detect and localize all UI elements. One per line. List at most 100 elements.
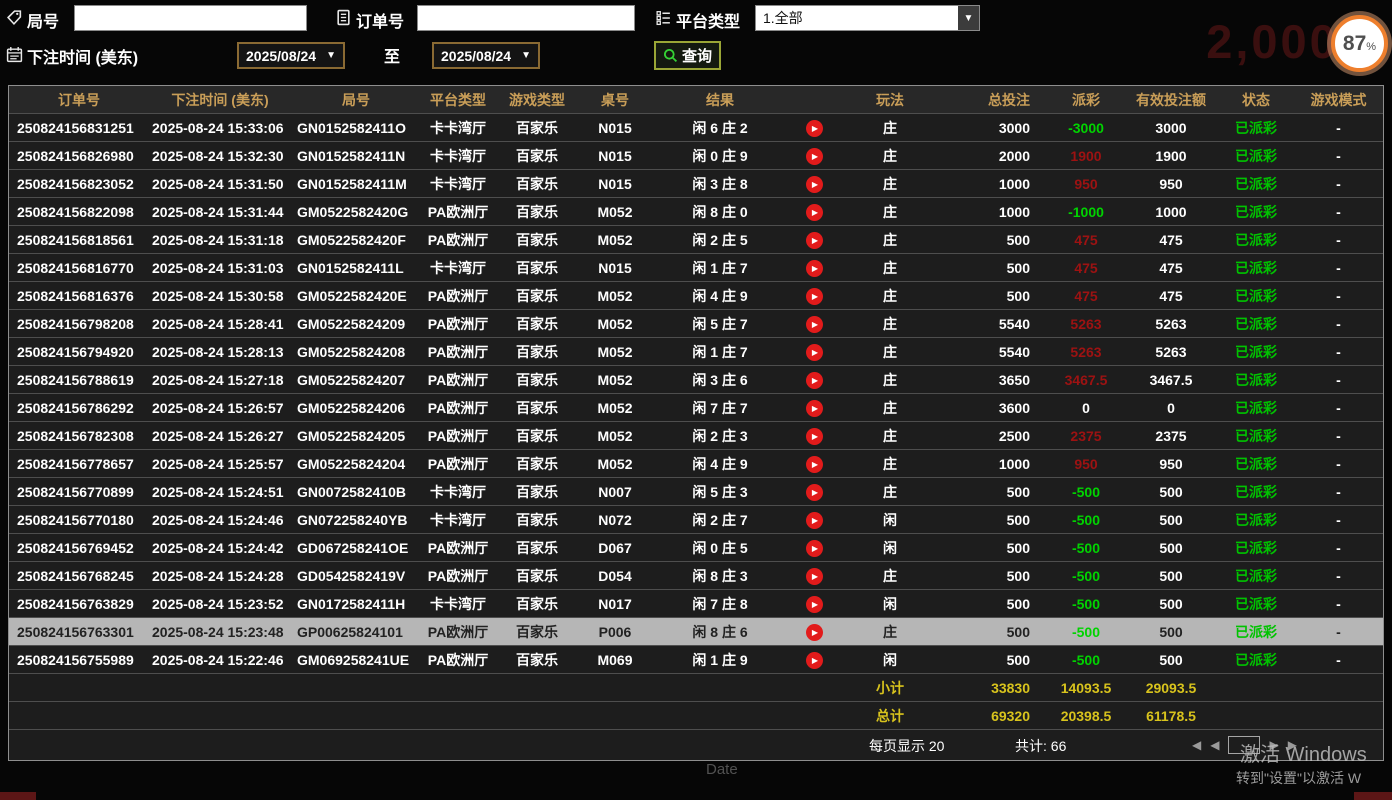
replay-icon[interactable]: ▶ [806,568,823,585]
table-row[interactable]: 2508241568185612025-08-24 15:31:18GM0522… [9,226,1383,254]
cell-play-method: 庄 [839,310,941,338]
replay-icon[interactable]: ▶ [806,512,823,529]
cell-order-id: 250824156823052 [9,170,149,198]
table-row[interactable]: 2508241567701802025-08-24 15:24:46GN0722… [9,506,1383,534]
cell-bet-time: 2025-08-24 15:30:58 [149,282,291,310]
search-icon [663,48,678,63]
prev-page-icon[interactable]: ◀ [1210,738,1219,752]
table-row[interactable]: 2508241568230522025-08-24 15:31:50GN0152… [9,170,1383,198]
replay-icon[interactable]: ▶ [806,456,823,473]
cell-round-id: GM069258241UE [291,646,421,674]
table-row[interactable]: 2508241567949202025-08-24 15:28:13GM0522… [9,338,1383,366]
cell-status: 已派彩 [1216,534,1296,562]
replay-icon[interactable]: ▶ [806,596,823,613]
replay-icon[interactable]: ▶ [806,316,823,333]
cell-valid-bet: 500 [1126,478,1216,506]
cell-result: 闲 7 庄 8 [651,590,789,618]
cell-game-mode: - [1296,618,1381,646]
table-row[interactable]: 2508241567862922025-08-24 15:26:57GM0522… [9,394,1383,422]
query-button[interactable]: 查询 [654,41,721,70]
cell-bet-time: 2025-08-24 15:28:13 [149,338,291,366]
cell-play-method: 闲 [839,506,941,534]
replay-icon[interactable]: ▶ [806,260,823,277]
replay-icon[interactable]: ▶ [806,428,823,445]
cell-game-mode: - [1296,394,1381,422]
pagination-bar: 每页显示 20 共计: 66 ◀ ◀ ▶ ▶ [9,730,1383,760]
date-from-value: 2025/08/24 [246,48,316,64]
replay-icon[interactable]: ▶ [806,540,823,557]
cell-total-bet: 500 [941,254,1046,282]
first-page-icon[interactable]: ◀ [1192,738,1201,752]
replay-icon[interactable]: ▶ [806,176,823,193]
replay-icon[interactable]: ▶ [806,288,823,305]
cell-result: 闲 3 庄 8 [651,170,789,198]
cell-valid-bet: 3467.5 [1126,366,1216,394]
filter-bar: 局号 订单号 平台类型 1.全部 ▼ 下注时间 (美东) 2025/08/24 … [0,0,1392,85]
date-to-picker[interactable]: 2025/08/24 ▼ [432,42,540,69]
corner-decoration-right [1354,792,1392,800]
cell-round-id: GM05225824205 [291,422,421,450]
cell-bet-time: 2025-08-24 15:32:30 [149,142,291,170]
table-row[interactable]: 2508241567559892025-08-24 15:22:46GM0692… [9,646,1383,674]
cell-game-type: 百家乐 [495,506,579,534]
cell-bet-time: 2025-08-24 15:22:46 [149,646,291,674]
replay-icon[interactable]: ▶ [806,372,823,389]
table-row[interactable]: 2508241567786572025-08-24 15:25:57GM0522… [9,450,1383,478]
table-row[interactable]: 2508241567886192025-08-24 15:27:18GM0522… [9,366,1383,394]
subtotal-row: 小计3383014093.529093.5 [9,674,1383,702]
cell-table-no: M052 [579,366,651,394]
table-row[interactable]: 2508241568167702025-08-24 15:31:03GN0152… [9,254,1383,282]
table-body: 2508241568312512025-08-24 15:33:06GN0152… [9,114,1383,730]
replay-icon[interactable]: ▶ [806,652,823,669]
cell-status: 已派彩 [1216,366,1296,394]
date-from-picker[interactable]: 2025/08/24 ▼ [237,42,345,69]
cell-total-bet: 500 [941,478,1046,506]
replay-icon[interactable]: ▶ [806,400,823,417]
cell-platform-type: 卡卡湾厅 [421,590,495,618]
cell-bet-time: 2025-08-24 15:31:03 [149,254,291,282]
grand-total-row: 总计6932020398.561178.5 [9,702,1383,730]
column-header-game-type: 游戏类型 [495,86,579,114]
table-row[interactable]: 2508241567823082025-08-24 15:26:27GM0522… [9,422,1383,450]
cell-table-no: N015 [579,170,651,198]
table-row[interactable]: 2508241567982082025-08-24 15:28:41GM0522… [9,310,1383,338]
replay-icon[interactable]: ▶ [806,484,823,501]
table-row[interactable]: 2508241568269802025-08-24 15:32:30GN0152… [9,142,1383,170]
table-row[interactable]: 2508241568163762025-08-24 15:30:58GM0522… [9,282,1383,310]
replay-icon[interactable]: ▶ [806,204,823,221]
order-input[interactable] [417,5,635,31]
cell-play-method: 庄 [839,338,941,366]
table-row[interactable]: 2508241567633012025-08-24 15:23:48GP0062… [9,618,1383,646]
table-row[interactable]: 2508241568220982025-08-24 15:31:44GM0522… [9,198,1383,226]
cell-replay: ▶ [789,618,839,646]
cell-order-id: 250824156794920 [9,338,149,366]
table-row[interactable]: 2508241568312512025-08-24 15:33:06GN0152… [9,114,1383,142]
cell-table-no: N007 [579,478,651,506]
cell-order-id: 250824156816770 [9,254,149,282]
cell-total-bet: 500 [941,506,1046,534]
cell-status: 已派彩 [1216,338,1296,366]
platform-select[interactable]: 1.全部 ▼ [755,5,980,31]
cell-game-mode: - [1296,422,1381,450]
cell-round-id: GP00625824101 [291,618,421,646]
cell-round-id: GN0152582411L [291,254,421,282]
table-row[interactable]: 2508241567708992025-08-24 15:24:51GN0072… [9,478,1383,506]
table-row[interactable]: 2508241567694522025-08-24 15:24:42GD0672… [9,534,1383,562]
replay-icon[interactable]: ▶ [806,232,823,249]
round-input[interactable] [74,5,307,31]
cell-order-id: 250824156763829 [9,590,149,618]
cell-play-method: 庄 [839,142,941,170]
table-row[interactable]: 2508241567682452025-08-24 15:24:28GD0542… [9,562,1383,590]
replay-icon[interactable]: ▶ [806,344,823,361]
cell-table-no: N015 [579,142,651,170]
replay-icon[interactable]: ▶ [806,624,823,641]
replay-icon[interactable]: ▶ [806,120,823,137]
cell-replay: ▶ [789,478,839,506]
per-page-value[interactable]: 20 [929,738,945,754]
replay-icon[interactable]: ▶ [806,148,823,165]
cell-round-id: GM05225824207 [291,366,421,394]
cell-status: 已派彩 [1216,646,1296,674]
table-row[interactable]: 2508241567638292025-08-24 15:23:52GN0172… [9,590,1383,618]
cell-game-type: 百家乐 [495,394,579,422]
cell-table-no: N015 [579,254,651,282]
